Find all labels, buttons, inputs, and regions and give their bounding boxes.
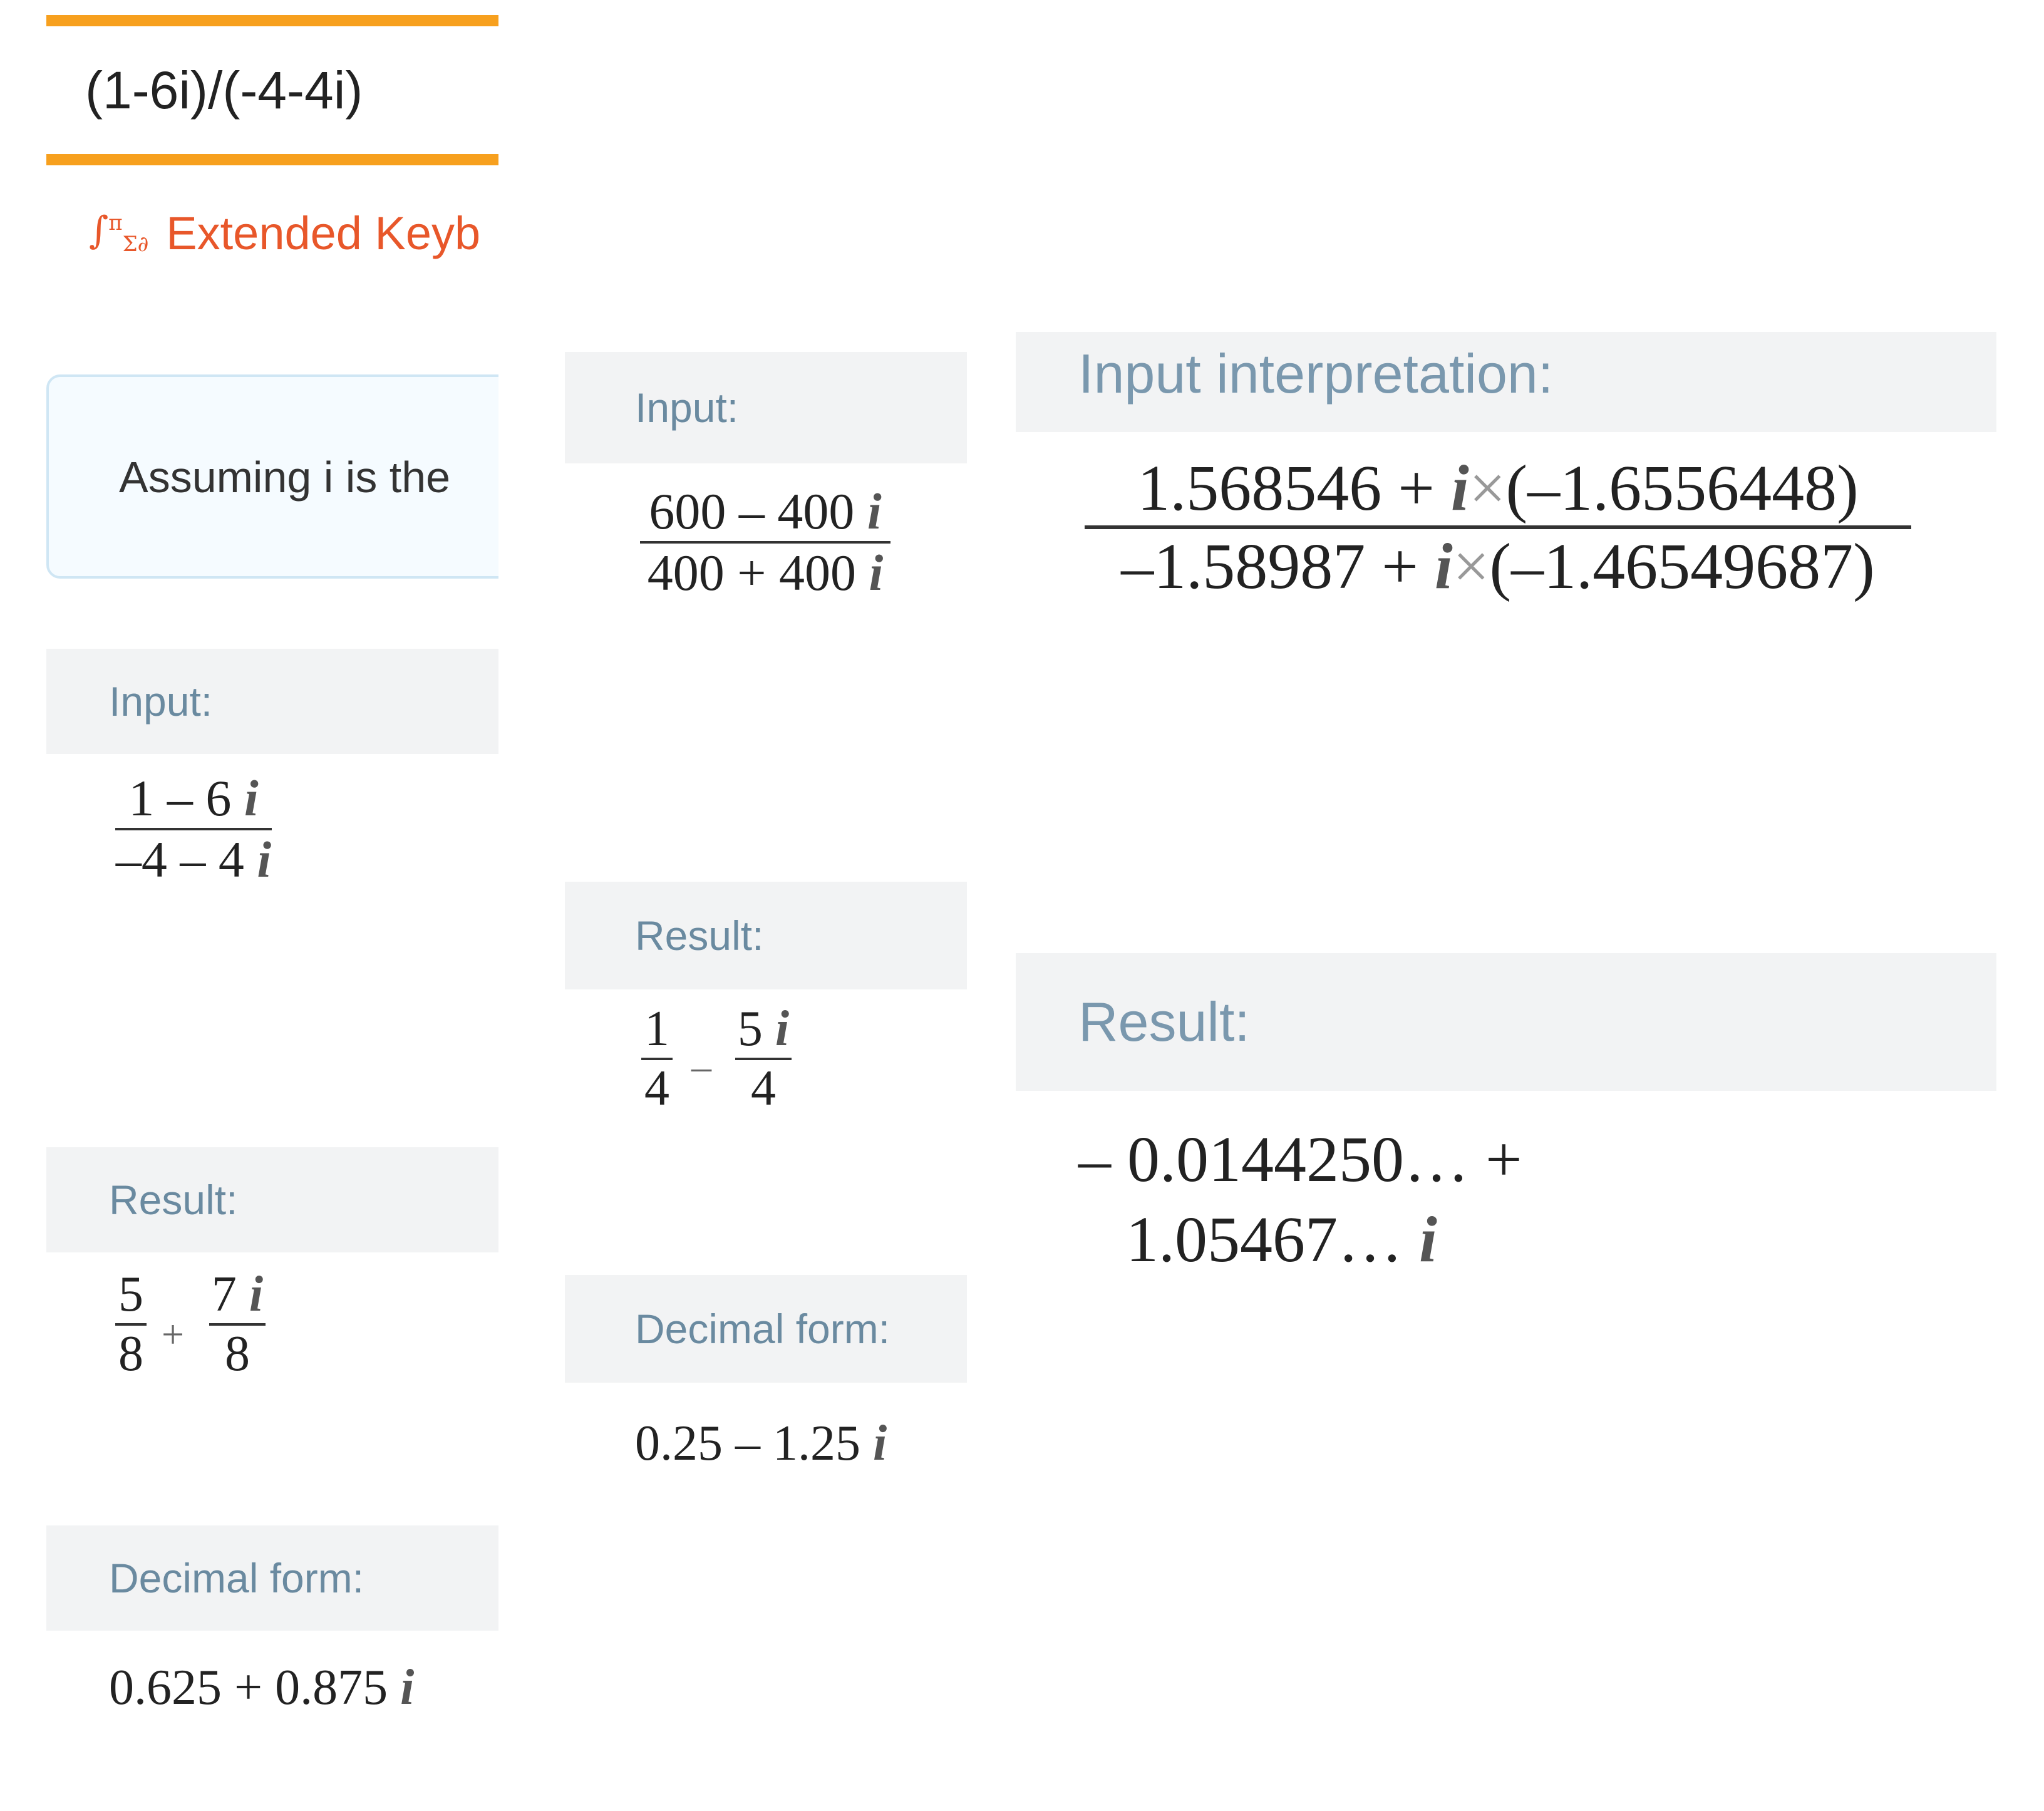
decimal-value: 0.25 – 1.25 i <box>635 1416 887 1471</box>
decimal-pod-header: Decimal form: <box>565 1275 967 1383</box>
result-operator: – <box>691 1044 711 1088</box>
input-numerator: 600 – 400 i <box>649 483 882 540</box>
result-line-1: – 0.0144250… + <box>1078 1123 1522 1195</box>
input-pod-header: Input: <box>565 352 967 463</box>
result-fraction-2: 7 i 8 <box>209 1266 266 1383</box>
extended-keyboard-label: Extended Keyb <box>166 207 481 259</box>
input-pod-header: Input: <box>46 649 498 754</box>
result-pod-header: Result: <box>1016 953 1996 1091</box>
interpretation-fraction: 1.568546 + i×(–1.6556448) –1.58987 + i×(… <box>1085 451 1911 604</box>
result-fraction-1: 1 4 <box>641 1001 673 1117</box>
assumption-text: Assuming i is the <box>119 453 451 502</box>
result-pod-header: Result: <box>46 1147 498 1252</box>
left-panel: (1-6i)/(-4-4i) ∫πΣ∂ Extended Keyb Assumi… <box>46 0 498 1811</box>
decimal-pod-title: Decimal form: <box>635 1306 890 1352</box>
query-bottom-border <box>46 154 498 165</box>
input-denominator: –4 – 4 i <box>115 831 272 888</box>
input-pod-title: Input: <box>109 678 213 725</box>
result-line-2: 1.05467… i <box>1126 1204 1437 1276</box>
extended-keyboard-button[interactable]: ∫πΣ∂ Extended Keyb <box>89 207 480 260</box>
decimal-pod-title: Decimal form: <box>109 1555 364 1601</box>
interpretation-denominator: –1.58987 + i×(–1.46549687) <box>1121 530 1875 602</box>
result-fraction-1: 5 8 <box>115 1266 147 1383</box>
interpretation-numerator: 1.568546 + i×(–1.6556448) <box>1137 452 1859 524</box>
result-pod-header: Result: <box>565 882 967 989</box>
extended-keyboard-icon: ∫πΣ∂ <box>89 209 149 257</box>
result-expression: 1 4 – 5 i 4 <box>641 1001 867 1138</box>
input-fraction: 600 – 400 i 400 + 400 i <box>640 482 890 602</box>
result-pod-title: Result: <box>1078 991 1250 1053</box>
input-fraction: 1 – 6 i –4 – 4 i <box>115 769 272 889</box>
input-pod-title: Input: <box>635 384 739 431</box>
query-input[interactable]: (1-6i)/(-4-4i) <box>85 60 363 121</box>
interpretation-pod-title: Input interpretation: <box>1078 343 1554 405</box>
result-expression: 5 8 + 7 i 8 <box>115 1266 341 1404</box>
result-fraction-2: 5 i 4 <box>735 1001 792 1117</box>
middle-panel: Input: 600 – 400 i 400 + 400 i Result: 1… <box>565 338 967 1528</box>
result-pod-title: Result: <box>109 1177 238 1223</box>
interpretation-pod-header: Input interpretation: <box>1016 332 1996 432</box>
decimal-pod-header: Decimal form: <box>46 1525 498 1631</box>
query-top-border <box>46 15 498 26</box>
input-denominator: 400 + 400 i <box>647 544 884 601</box>
input-numerator: 1 – 6 i <box>128 770 259 827</box>
result-pod-title: Result: <box>635 912 764 959</box>
result-operator: + <box>162 1312 185 1356</box>
assumption-box: Assuming i is the <box>46 374 498 579</box>
decimal-value: 0.625 + 0.875 i <box>109 1660 415 1715</box>
right-panel: Input interpretation: 1.568546 + i×(–1.6… <box>1016 332 1996 1334</box>
